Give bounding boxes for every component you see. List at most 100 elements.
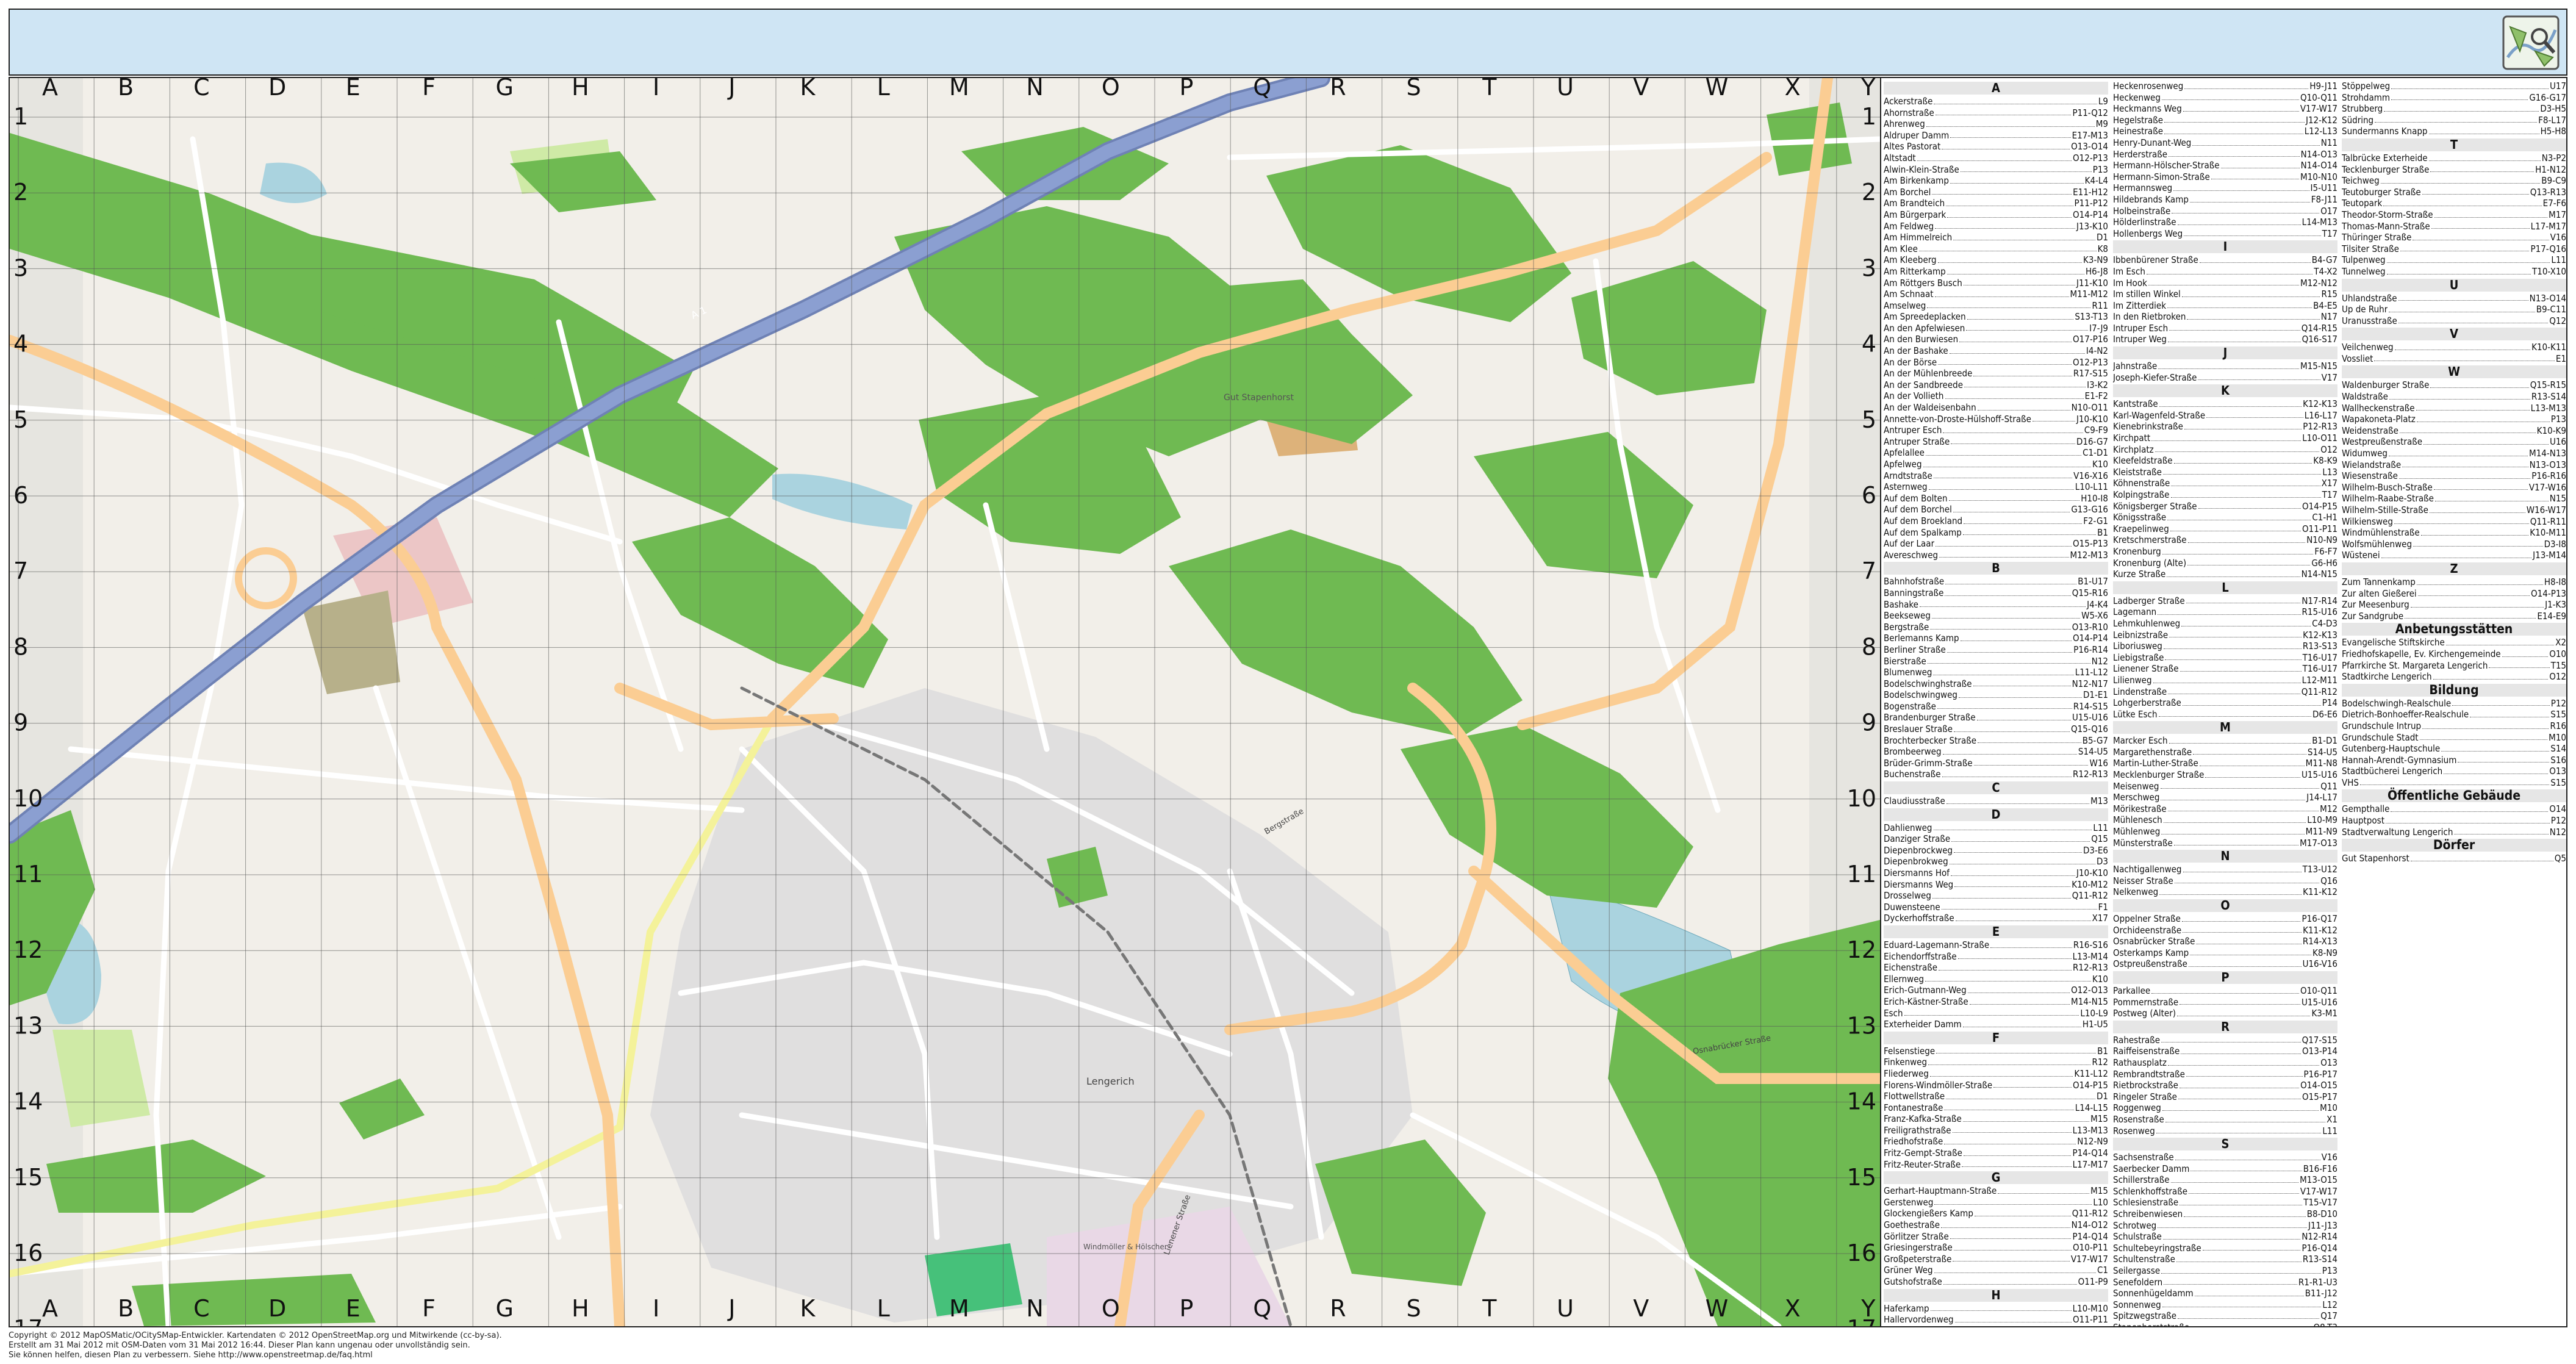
index-entry: Eduard-Lagemann-Straße R16-S16 — [1884, 939, 2108, 951]
index-entry: Lindenstraße Q11-R12 — [2113, 686, 2337, 698]
leader-dots — [1967, 311, 2074, 320]
index-entry: Meisenweg Q11 — [2113, 781, 2337, 792]
leader-dots — [2413, 539, 2543, 547]
index-entry: Kronenburg (Alte) G6-H6 — [2113, 558, 2337, 569]
index-section-header: D — [1884, 808, 2108, 821]
index-section-header: L — [2113, 581, 2337, 594]
grid-reference: M12-N12 — [2300, 277, 2337, 289]
index-entry: Wilhelm-Raabe-Straße N15 — [2342, 493, 2566, 504]
grid-reference: N12 — [2091, 655, 2108, 667]
street-name: Hollenbergs Weg — [2113, 228, 2183, 239]
street-name: Antruper Straße — [1884, 436, 1950, 447]
index-entry: Apfelallee C1-D1 — [1884, 447, 2108, 459]
index-entry: Jahnstraße M15-N15 — [2113, 361, 2337, 372]
grid-reference: O13 — [2320, 1057, 2337, 1068]
grid-column-label-top: V — [1633, 78, 1649, 101]
street-name: Sundermanns Knapp — [2342, 126, 2428, 137]
index-entry: Heckenweg Q10-Q11 — [2113, 92, 2337, 104]
index-entry: Königsstraße C1-H1 — [2113, 512, 2337, 523]
grid-column-label-bottom: V — [1633, 1295, 1649, 1322]
grid-row-label-left: 11 — [13, 861, 43, 888]
grid-reference: G16-G17 — [2529, 92, 2566, 103]
street-name: Wolfsmühlenweg — [2342, 538, 2413, 550]
index-entry: Fritz-Reuter-Straße L17-M17 — [1884, 1159, 2108, 1171]
street-name: Lindenstraße — [2113, 686, 2167, 697]
leader-dots — [2032, 414, 2075, 422]
index-entry: Auf dem Bolten H10-I8 — [1884, 493, 2108, 504]
leader-dots — [1969, 996, 2070, 1005]
leader-dots — [1932, 187, 2072, 195]
leader-dots — [2198, 501, 2302, 509]
street-name: Am Röttgers Busch — [1884, 277, 1962, 289]
leader-dots — [2167, 1057, 2320, 1066]
street-name: Bierstraße — [1884, 655, 1926, 667]
leader-dots — [1978, 735, 2081, 744]
grid-row-label-right: 8 — [1862, 633, 1876, 660]
grid-reference: C1-D1 — [2083, 447, 2108, 459]
grid-reference: H5-H8 — [2540, 126, 2566, 137]
grid-row-label-right: 4 — [1862, 331, 1876, 357]
index-entry: Widumweg M14-N13 — [2342, 448, 2566, 459]
label-windmoeller: Windmöller & Hölscher — [1083, 1243, 1168, 1251]
street-name: Grüner Weg — [1884, 1265, 1933, 1276]
index-entry: Handsellerei P13-P14 — [1884, 1326, 2108, 1327]
grid-reference: X17 — [2321, 478, 2337, 489]
leader-dots — [1954, 723, 2070, 732]
street-name: Teichweg — [2342, 175, 2380, 187]
grid-reference: X17 — [2092, 913, 2108, 924]
leader-dots — [2167, 512, 2311, 520]
grid-reference: F2-G1 — [2083, 515, 2108, 526]
street-name: Parkallee — [2113, 985, 2151, 996]
leader-dots — [1923, 459, 2091, 467]
street-name: Freiligrathstraße — [1884, 1124, 1951, 1136]
index-entry: Exterheider Damm H1-U5 — [1884, 1019, 2108, 1030]
index-entry: Antruper Straße D16-G7 — [1884, 436, 2108, 448]
grid-column-label-top: J — [727, 78, 735, 101]
street-name: Ibbenbürener Straße — [2113, 254, 2198, 266]
street-name: Theodor-Storm-Straße — [2342, 209, 2433, 220]
index-entry: Köhnenstraße X17 — [2113, 478, 2337, 489]
leader-dots — [2394, 516, 2529, 525]
index-entry: Im stillen Winkel R15 — [2113, 289, 2337, 300]
street-name: An der Bashake — [1884, 345, 1948, 357]
street-name: Flottwellstraße — [1884, 1091, 1945, 1102]
city-map[interactable]: A A B B C C D D E E F F G G H H I I J J K K L L M M N N O O P P Q Q R R S S T T… — [9, 77, 1881, 1327]
index-entry: Franz-Kafka-Straße M15 — [1884, 1113, 2108, 1125]
index-entry: Am Brandteich P11-P12 — [1884, 198, 2108, 209]
street-name: Kirchplatz — [2113, 443, 2154, 455]
grid-reference: M10 — [2549, 731, 2566, 743]
leader-dots — [1934, 1197, 2092, 1205]
grid-reference: B1-D1 — [2312, 735, 2337, 747]
street-name: Heckenweg — [2113, 92, 2161, 103]
grid-reference: S16 — [2550, 754, 2566, 766]
index-entry: Tecklenburger Straße H1-N12 — [2342, 164, 2566, 176]
street-name: Haferkamp — [1884, 1302, 1929, 1314]
grid-reference: O14-P13 — [2531, 587, 2566, 599]
grid-column-label-bottom: B — [118, 1295, 134, 1322]
street-name: Gutshofstraße — [1884, 1276, 1942, 1287]
grid-reference: J11-J13 — [2308, 1219, 2337, 1231]
grid-reference: Q5 — [2554, 853, 2566, 864]
street-name: Köhnenstraße — [2113, 478, 2170, 489]
leader-dots — [2441, 743, 2550, 752]
grid-reference: E1 — [2555, 353, 2566, 364]
index-entry: Rosenweg L11 — [2113, 1125, 2337, 1137]
grid-reference: R13-S14 — [2302, 1254, 2337, 1265]
street-name: Mörikestraße — [2113, 803, 2167, 814]
street-name: Dietrich-Bonhoeffer-Realschule — [2342, 709, 2469, 720]
index-section-header: C — [1884, 781, 2108, 795]
map-canvas[interactable]: A A B B C C D D E E F F G G H H I I J J K K L L M M N N O O P P Q Q R R S S T T… — [10, 78, 1880, 1326]
index-entry: Rosenstraße X1 — [2113, 1114, 2337, 1125]
leader-dots — [1918, 243, 2097, 252]
index-entry: Wüstenei J13-M14 — [2342, 550, 2566, 561]
grid-reference: O14-P14 — [2073, 633, 2108, 644]
leader-dots — [2183, 864, 2302, 872]
street-name: Diersmanns Weg — [1884, 878, 1954, 890]
grid-row-label-left: 8 — [13, 633, 28, 660]
leader-dots — [1964, 515, 2083, 524]
index-entry: Waldstraße R13-S14 — [2342, 391, 2566, 403]
leader-dots — [2178, 1091, 2302, 1100]
index-entry: Erich-Gutmann-Weg O12-O13 — [1884, 985, 2108, 996]
leader-dots — [1963, 1147, 2072, 1156]
leader-dots — [2158, 361, 2300, 369]
